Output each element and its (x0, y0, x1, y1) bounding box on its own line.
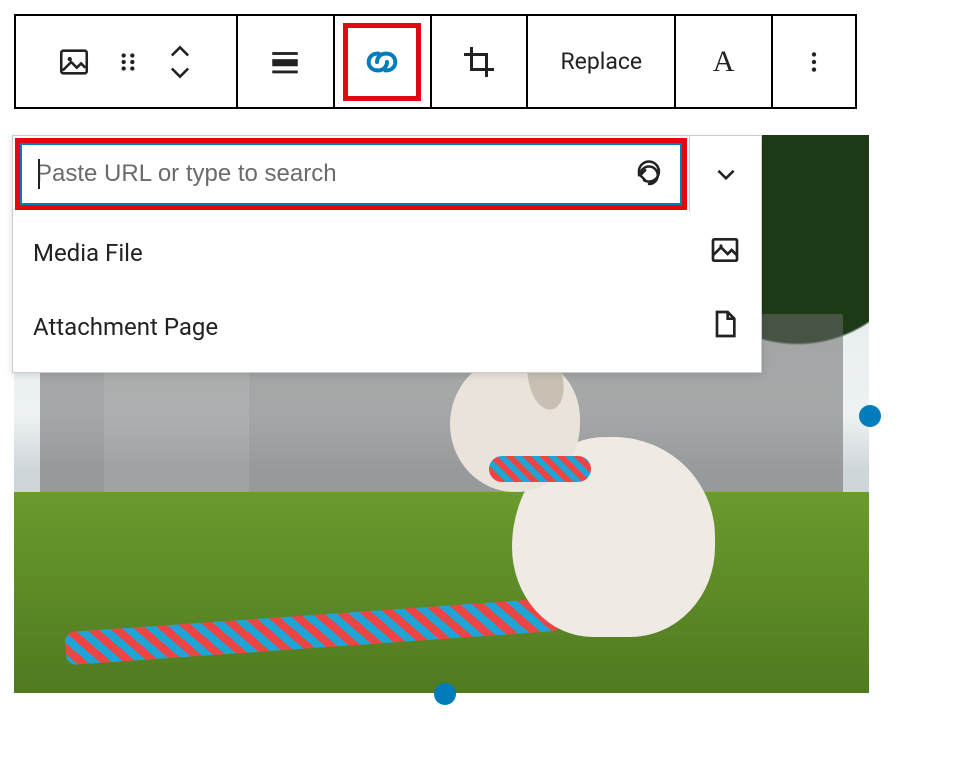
align-button[interactable] (238, 16, 335, 107)
move-up-down-icon[interactable] (158, 16, 202, 107)
page-icon (709, 308, 741, 346)
toolbar-group-block (16, 16, 238, 107)
text-caret (38, 159, 40, 189)
link-settings-toggle[interactable] (689, 136, 761, 212)
resize-handle-bottom[interactable] (434, 683, 456, 705)
more-options-button[interactable] (773, 16, 855, 107)
link-popover: Media File Attachment Page (12, 135, 762, 373)
crop-button[interactable] (432, 16, 529, 107)
link-input-row (13, 136, 761, 212)
link-options-list: Media File Attachment Page (13, 212, 761, 372)
image-icon (709, 234, 741, 272)
replace-label: Replace (560, 48, 642, 75)
text-tool-label: A (713, 45, 735, 79)
link-input-highlight (15, 138, 687, 210)
text-overlay-button[interactable]: A (676, 16, 773, 107)
link-option-attachment-page[interactable]: Attachment Page (13, 290, 761, 364)
link-button-group (335, 16, 432, 107)
link-option-label: Media File (33, 239, 143, 267)
block-toolbar: Replace A (14, 14, 857, 109)
link-button-highlight (343, 23, 421, 101)
link-option-label: Attachment Page (33, 313, 218, 341)
drag-handle-icon[interactable] (110, 16, 146, 107)
replace-button[interactable]: Replace (528, 16, 676, 107)
link-option-media-file[interactable]: Media File (13, 216, 761, 290)
link-url-input[interactable] (22, 145, 618, 203)
image-block-container: Media File Attachment Page (14, 135, 869, 693)
link-submit-button[interactable] (618, 159, 680, 189)
link-button[interactable] (362, 28, 402, 96)
resize-handle-right[interactable] (859, 405, 881, 427)
image-block-icon[interactable] (50, 16, 98, 107)
